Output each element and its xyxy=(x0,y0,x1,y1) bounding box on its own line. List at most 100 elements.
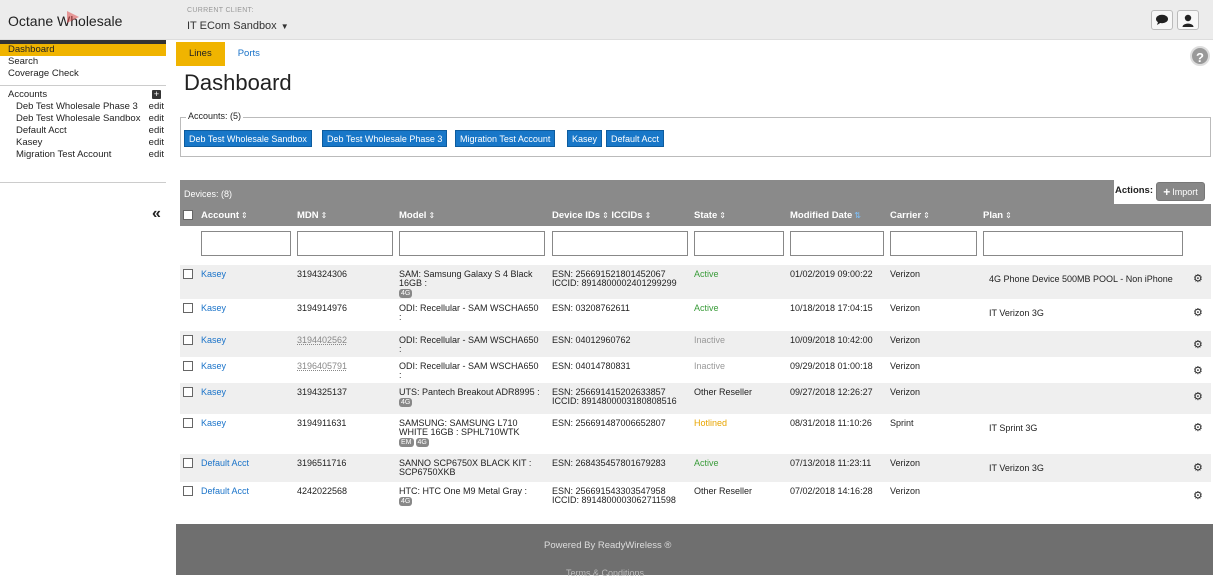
sidebar-account-edit-link[interactable]: edit xyxy=(149,137,164,149)
account-link[interactable]: Kasey xyxy=(201,270,226,279)
esn-value: ESN: 04012960762 xyxy=(552,335,631,345)
network-badge: 4G xyxy=(399,289,413,298)
gear-icon[interactable]: ⚙ xyxy=(1193,364,1203,377)
row-checkbox[interactable] xyxy=(183,269,193,279)
sidebar-account-item[interactable]: Deb Test Wholesale Sandbox edit xyxy=(0,113,166,125)
row-checkbox[interactable] xyxy=(183,486,193,496)
plan-cell: IT Sprint 3G xyxy=(989,423,1038,433)
account-link[interactable]: Kasey xyxy=(201,419,226,428)
network-badge: 4G xyxy=(399,398,413,407)
tab-ports[interactable]: Ports xyxy=(225,42,273,66)
row-checkbox[interactable] xyxy=(183,458,193,468)
gear-icon[interactable]: ⚙ xyxy=(1193,461,1203,474)
collapse-sidebar-icon[interactable]: « xyxy=(152,205,161,223)
filter-device-ids-input[interactable] xyxy=(552,231,688,256)
sidebar-account-edit-link[interactable]: edit xyxy=(149,149,164,161)
mdn-cell: 3194914976 xyxy=(297,303,348,313)
account-link[interactable]: Kasey xyxy=(201,336,226,345)
mdn-cell: 3194324306 xyxy=(297,269,348,279)
filter-state-input[interactable] xyxy=(694,231,784,256)
user-button[interactable] xyxy=(1177,10,1199,30)
gear-icon[interactable]: ⚙ xyxy=(1193,306,1203,319)
model-cell: SANNO SCP6750X BLACK KIT : SCP6750XKB xyxy=(399,459,531,477)
col-header-mdn[interactable]: MDN ⇕ xyxy=(297,210,327,221)
gear-icon[interactable]: ⚙ xyxy=(1193,338,1203,351)
gear-icon[interactable]: ⚙ xyxy=(1193,421,1203,434)
tab-lines[interactable]: Lines xyxy=(176,42,225,66)
sidebar-account-name[interactable]: Migration Test Account xyxy=(16,149,111,160)
account-link[interactable]: Kasey xyxy=(201,362,226,371)
row-checkbox[interactable] xyxy=(183,335,193,345)
import-button[interactable]: + Import xyxy=(1156,182,1205,201)
model-cell: SAM: Samsung Galaxy S 4 Black 16GB :4G xyxy=(399,270,533,298)
col-header-carrier[interactable]: Carrier ⇕ xyxy=(890,210,930,221)
filter-carrier-input[interactable] xyxy=(890,231,977,256)
sidebar-account-edit-link[interactable]: edit xyxy=(149,125,164,137)
filter-modified-input[interactable] xyxy=(790,231,884,256)
col-header-account[interactable]: Account ⇕ xyxy=(201,210,248,221)
account-chip[interactable]: Deb Test Wholesale Phase 3 xyxy=(322,130,448,147)
client-selector[interactable]: IT ECom Sandbox ▼ xyxy=(187,20,289,32)
sidebar-account-item[interactable]: Kasey edit xyxy=(0,137,166,149)
sidebar-item-coverage-check[interactable]: Coverage Check xyxy=(0,68,166,80)
brand-logo[interactable]: Octane Wholesale xyxy=(8,11,122,29)
filter-account-input[interactable] xyxy=(201,231,291,256)
gear-icon[interactable]: ⚙ xyxy=(1193,390,1203,403)
model-line: : xyxy=(399,344,402,354)
account-link[interactable]: Default Acct xyxy=(201,459,249,468)
row-checkbox[interactable] xyxy=(183,418,193,428)
col-header-modified-date[interactable]: Modified Date ⇅ xyxy=(790,210,861,221)
col-header-device-ids[interactable]: Device IDs ⇕ ICCIDs ⇕ xyxy=(552,210,651,221)
col-header-modified-label: Modified Date xyxy=(790,210,853,221)
sidebar-item-search[interactable]: Search xyxy=(0,56,166,68)
terms-link[interactable]: Terms & Conditions xyxy=(566,568,644,578)
devices-header-bar xyxy=(180,180,1114,204)
model-badges: 4G xyxy=(399,288,533,298)
state-badge: Other Reseller xyxy=(694,486,753,496)
device-ids-cell: ESN: 268435457801679283 xyxy=(552,459,666,468)
filter-model-input[interactable] xyxy=(399,231,545,256)
sidebar-account-item[interactable]: Default Acct edit xyxy=(0,125,166,137)
gear-icon[interactable]: ⚙ xyxy=(1193,489,1203,502)
sort-icon: ⇕ xyxy=(644,211,652,220)
select-all-checkbox[interactable] xyxy=(183,210,193,220)
sidebar-account-edit-link[interactable]: edit xyxy=(149,101,164,113)
help-icon[interactable]: ? xyxy=(1190,46,1210,66)
chat-icon xyxy=(1156,14,1168,25)
sidebar-account-name[interactable]: Default Acct xyxy=(16,125,67,136)
sidebar-account-edit-link[interactable]: edit xyxy=(149,113,164,125)
account-link[interactable]: Kasey xyxy=(201,304,226,313)
col-header-carrier-label: Carrier xyxy=(890,210,922,221)
col-header-plan[interactable]: Plan ⇕ xyxy=(983,210,1012,221)
add-account-icon[interactable]: + xyxy=(152,90,161,99)
account-chip[interactable]: Deb Test Wholesale Sandbox xyxy=(184,130,312,147)
sidebar-account-item[interactable]: Deb Test Wholesale Phase 3 edit xyxy=(0,101,166,113)
filter-plan-input[interactable] xyxy=(983,231,1183,256)
sidebar-account-name[interactable]: Kasey xyxy=(16,137,42,148)
state-badge: Inactive xyxy=(694,335,726,345)
account-link[interactable]: Kasey xyxy=(201,388,226,397)
sidebar-item-dashboard[interactable]: Dashboard xyxy=(0,44,166,56)
mdn-cell[interactable]: 3194402562 xyxy=(297,336,347,345)
mdn-cell[interactable]: 3196405791 xyxy=(297,362,347,371)
account-chip[interactable]: Migration Test Account xyxy=(455,130,556,147)
sidebar-account-item[interactable]: Migration Test Account edit xyxy=(0,149,166,161)
network-badge: 4G xyxy=(399,497,413,506)
row-checkbox[interactable] xyxy=(183,361,193,371)
col-header-iccids-label[interactable]: ICCIDs xyxy=(611,210,642,221)
gear-icon[interactable]: ⚙ xyxy=(1193,272,1203,285)
col-header-state[interactable]: State ⇕ xyxy=(694,210,726,221)
account-chip[interactable]: Kasey xyxy=(567,130,603,147)
filter-mdn-input[interactable] xyxy=(297,231,393,256)
chat-button[interactable] xyxy=(1151,10,1173,30)
account-chip[interactable]: Default Acct xyxy=(606,130,665,147)
model-badges: EM 4G xyxy=(399,437,520,447)
sidebar-account-name[interactable]: Deb Test Wholesale Sandbox xyxy=(16,113,140,124)
footer xyxy=(176,524,1213,575)
row-checkbox[interactable] xyxy=(183,387,193,397)
sidebar-account-name[interactable]: Deb Test Wholesale Phase 3 xyxy=(16,101,138,112)
account-link[interactable]: Default Acct xyxy=(201,487,249,496)
col-header-model[interactable]: Model ⇕ xyxy=(399,210,435,221)
row-checkbox[interactable] xyxy=(183,303,193,313)
sidebar-accounts-header: Accounts + xyxy=(0,89,166,101)
